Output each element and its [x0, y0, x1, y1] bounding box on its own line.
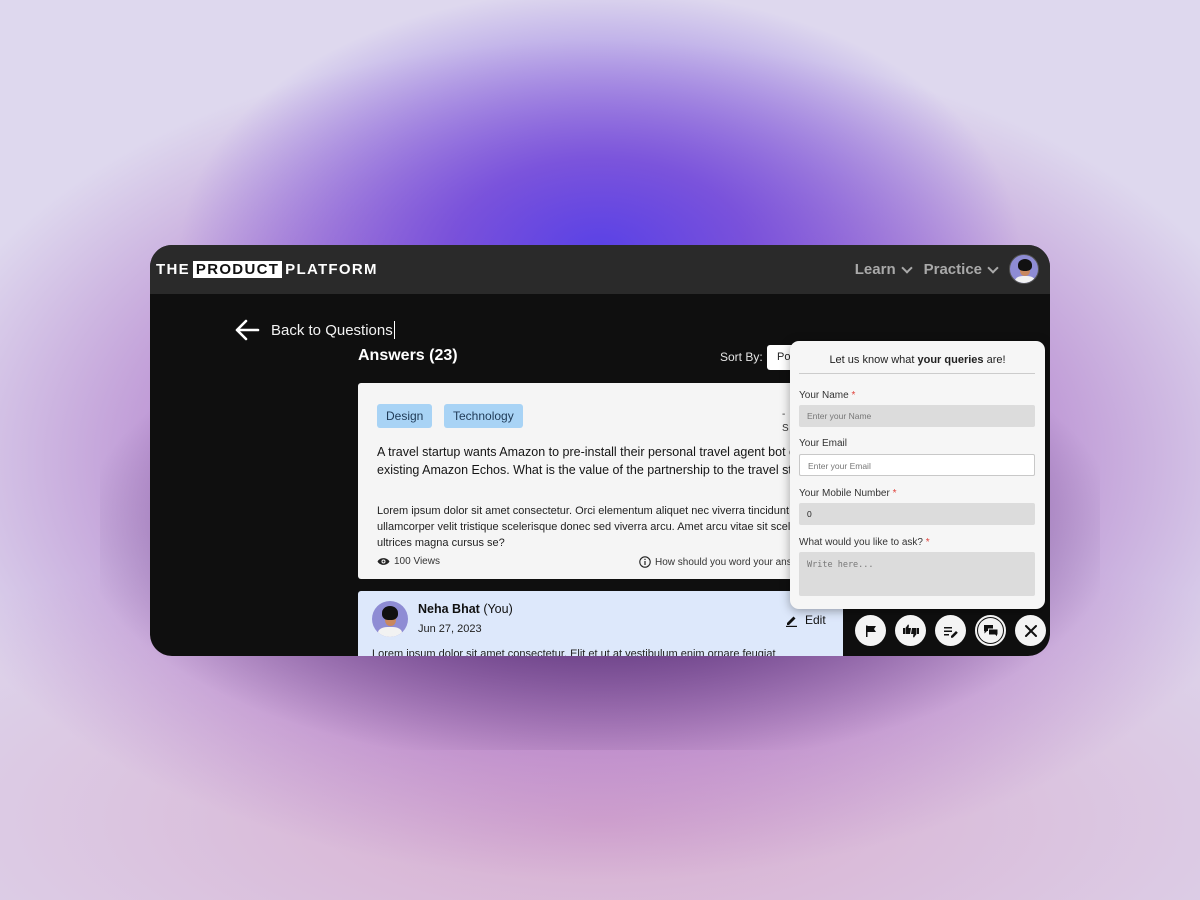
- nav-learn[interactable]: Learn: [855, 261, 914, 278]
- flag-button[interactable]: [855, 615, 886, 646]
- main-nav: Learn Practice: [855, 245, 1000, 294]
- answer-card: Neha Bhat (You) Jun 27, 2023 Edit Lorem …: [358, 591, 843, 656]
- views-count: 100 Views: [377, 556, 440, 567]
- query-form: Let us know what your queries are! Your …: [790, 341, 1045, 609]
- avatar: [372, 601, 408, 637]
- chat-button[interactable]: [975, 615, 1006, 646]
- answer-body: Lorem ipsum dolor sit amet consectetur. …: [372, 648, 776, 656]
- flag-icon: [865, 625, 876, 637]
- tag-design[interactable]: Design: [377, 404, 433, 428]
- sort-by-label: Sort By:: [720, 350, 763, 364]
- info-icon: [639, 556, 651, 568]
- edit-button[interactable]: Edit: [785, 613, 826, 627]
- thumbs-up-down-icon: [902, 624, 919, 637]
- form-title: Let us know what your queries are!: [829, 354, 1006, 366]
- answer-guide-link[interactable]: How should you word your answer?: [639, 556, 813, 568]
- nav-practice-label: Practice: [923, 261, 982, 278]
- nav-learn-label: Learn: [854, 261, 896, 278]
- pencil-icon: [786, 616, 797, 627]
- question-meta: - S: [782, 409, 789, 434]
- tag-technology[interactable]: Technology: [444, 404, 523, 428]
- arrow-left-icon: [235, 319, 260, 341]
- logo-text-the: THE: [156, 261, 190, 278]
- author-name: Neha Bhat: [418, 602, 480, 616]
- back-label: Back to Questions: [271, 321, 393, 339]
- close-icon: [1024, 624, 1037, 637]
- edit-label: Edit: [805, 613, 826, 627]
- edit-notes-button[interactable]: [935, 615, 966, 646]
- floating-action-bar: [855, 615, 1046, 646]
- chevron-down-icon: [900, 261, 913, 274]
- logo-text-product: PRODUCT: [192, 261, 283, 278]
- question-title: A travel startup wants Amazon to pre-ins…: [377, 445, 828, 477]
- answers-heading: Answers (23): [358, 347, 458, 364]
- top-navbar: THE PRODUCT PLATFORM Learn Practice: [150, 245, 1050, 294]
- views-label: 100 Views: [394, 556, 440, 567]
- answer-author: Neha Bhat (You): [418, 602, 513, 616]
- logo-text-platform: PLATFORM: [285, 261, 378, 278]
- form-divider: [799, 373, 1035, 374]
- answer-date: Jun 27, 2023: [418, 623, 482, 635]
- chat-bubbles-icon: [983, 624, 998, 638]
- mobile-label: Your Mobile Number *: [799, 488, 897, 499]
- app-window: THE PRODUCT PLATFORM Learn Practice Back…: [150, 245, 1050, 656]
- text-cursor: [393, 321, 395, 339]
- chevron-down-icon: [987, 261, 999, 274]
- question-body: Lorem ipsum dolor sit amet consectetur. …: [377, 505, 827, 549]
- nav-practice[interactable]: Practice: [924, 261, 1000, 278]
- logo[interactable]: THE PRODUCT PLATFORM: [156, 261, 378, 278]
- edit-list-icon: [943, 626, 958, 638]
- question-textarea[interactable]: Write here...: [799, 552, 1035, 596]
- email-field[interactable]: Enter your Email: [799, 454, 1035, 476]
- eye-icon: [377, 558, 390, 565]
- name-label: Your Name *: [799, 390, 856, 401]
- user-avatar[interactable]: [1009, 254, 1039, 284]
- ask-label: What would you like to ask? *: [799, 537, 930, 548]
- back-to-questions-link[interactable]: Back to Questions: [234, 318, 395, 342]
- author-you-badge: (You): [483, 602, 513, 616]
- name-field[interactable]: Enter your Name: [799, 405, 1035, 427]
- question-card: Design Technology - S A travel startup w…: [358, 383, 843, 579]
- close-button[interactable]: [1015, 615, 1046, 646]
- mobile-field[interactable]: 0: [799, 503, 1035, 525]
- vote-button[interactable]: [895, 615, 926, 646]
- email-label: Your Email: [799, 438, 847, 449]
